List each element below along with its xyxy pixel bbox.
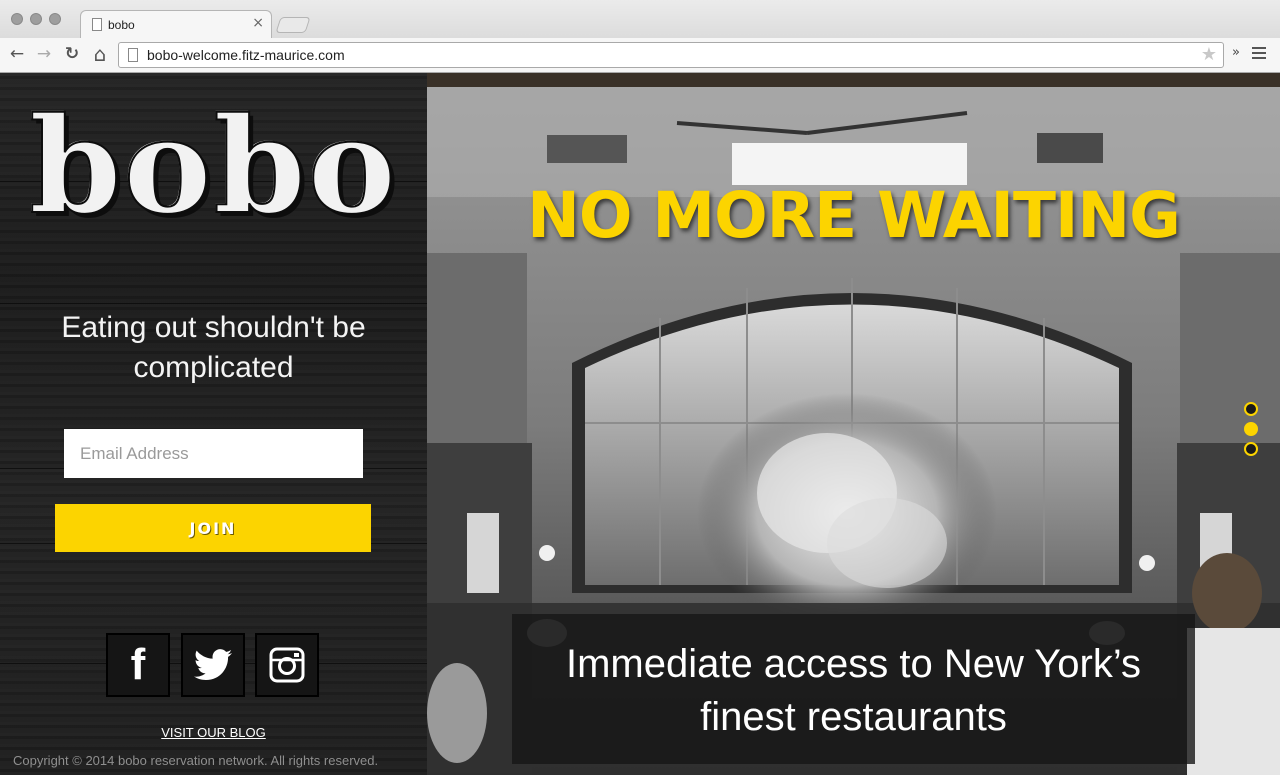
browser-menu-icon[interactable] xyxy=(1252,47,1266,59)
slide-dot-1[interactable] xyxy=(1244,402,1258,416)
bobo-logo: bobo xyxy=(28,89,398,244)
facebook-button[interactable]: f xyxy=(106,633,170,697)
tab-title: bobo xyxy=(108,18,135,32)
extensions-overflow-button[interactable]: » xyxy=(1232,45,1240,60)
close-tab-icon[interactable]: × xyxy=(252,15,264,31)
wood-grain-line xyxy=(0,303,427,304)
visit-blog-link[interactable]: VISIT OUR BLOG xyxy=(0,725,427,740)
hero-headline: NO MORE WAITING xyxy=(527,179,1181,252)
bookmark-star-icon[interactable]: ★ xyxy=(1201,44,1217,65)
close-window-button[interactable] xyxy=(11,13,23,25)
slide-dot-3[interactable] xyxy=(1244,442,1258,456)
browser-title-bar: bobo × xyxy=(0,0,1280,39)
instagram-button[interactable] xyxy=(255,633,319,697)
join-button[interactable]: JOIN xyxy=(55,504,371,552)
page-icon xyxy=(92,18,102,31)
maximize-window-button[interactable] xyxy=(49,13,61,25)
forward-button[interactable]: → xyxy=(33,43,55,65)
signup-panel: bobo Eating out shouldn't be complicated… xyxy=(0,73,427,775)
email-field[interactable] xyxy=(64,429,363,478)
minimize-window-button[interactable] xyxy=(30,13,42,25)
browser-toolbar: ← → ↻ ⌂ bobo-welcome.fitz-maurice.com ★ … xyxy=(0,38,1280,73)
hero-caption-box: Immediate access to New York’s finest re… xyxy=(512,614,1195,764)
slide-dot-2[interactable] xyxy=(1244,422,1258,436)
reload-button[interactable]: ↻ xyxy=(61,43,83,65)
browser-tab[interactable]: bobo × xyxy=(80,10,272,39)
instagram-icon xyxy=(269,647,305,683)
page: bobo Eating out shouldn't be complicated… xyxy=(0,73,1280,775)
copyright-text: Copyright © 2014 bobo reservation networ… xyxy=(13,753,379,768)
hero-caption: Immediate access to New York’s finest re… xyxy=(565,642,1142,739)
back-button[interactable]: ← xyxy=(6,43,28,65)
hero-banner: NO MORE WAITING Immediate access to New … xyxy=(427,73,1280,775)
tagline: Eating out shouldn't be complicated xyxy=(61,311,366,384)
twitter-button[interactable] xyxy=(181,633,245,697)
page-icon xyxy=(128,48,138,62)
address-bar[interactable]: bobo-welcome.fitz-maurice.com ★ xyxy=(118,42,1224,68)
twitter-icon xyxy=(194,649,232,681)
new-tab-button[interactable] xyxy=(275,17,311,33)
url-text[interactable]: bobo-welcome.fitz-maurice.com xyxy=(147,47,345,63)
home-button[interactable]: ⌂ xyxy=(89,43,111,65)
facebook-icon: f xyxy=(130,640,146,689)
